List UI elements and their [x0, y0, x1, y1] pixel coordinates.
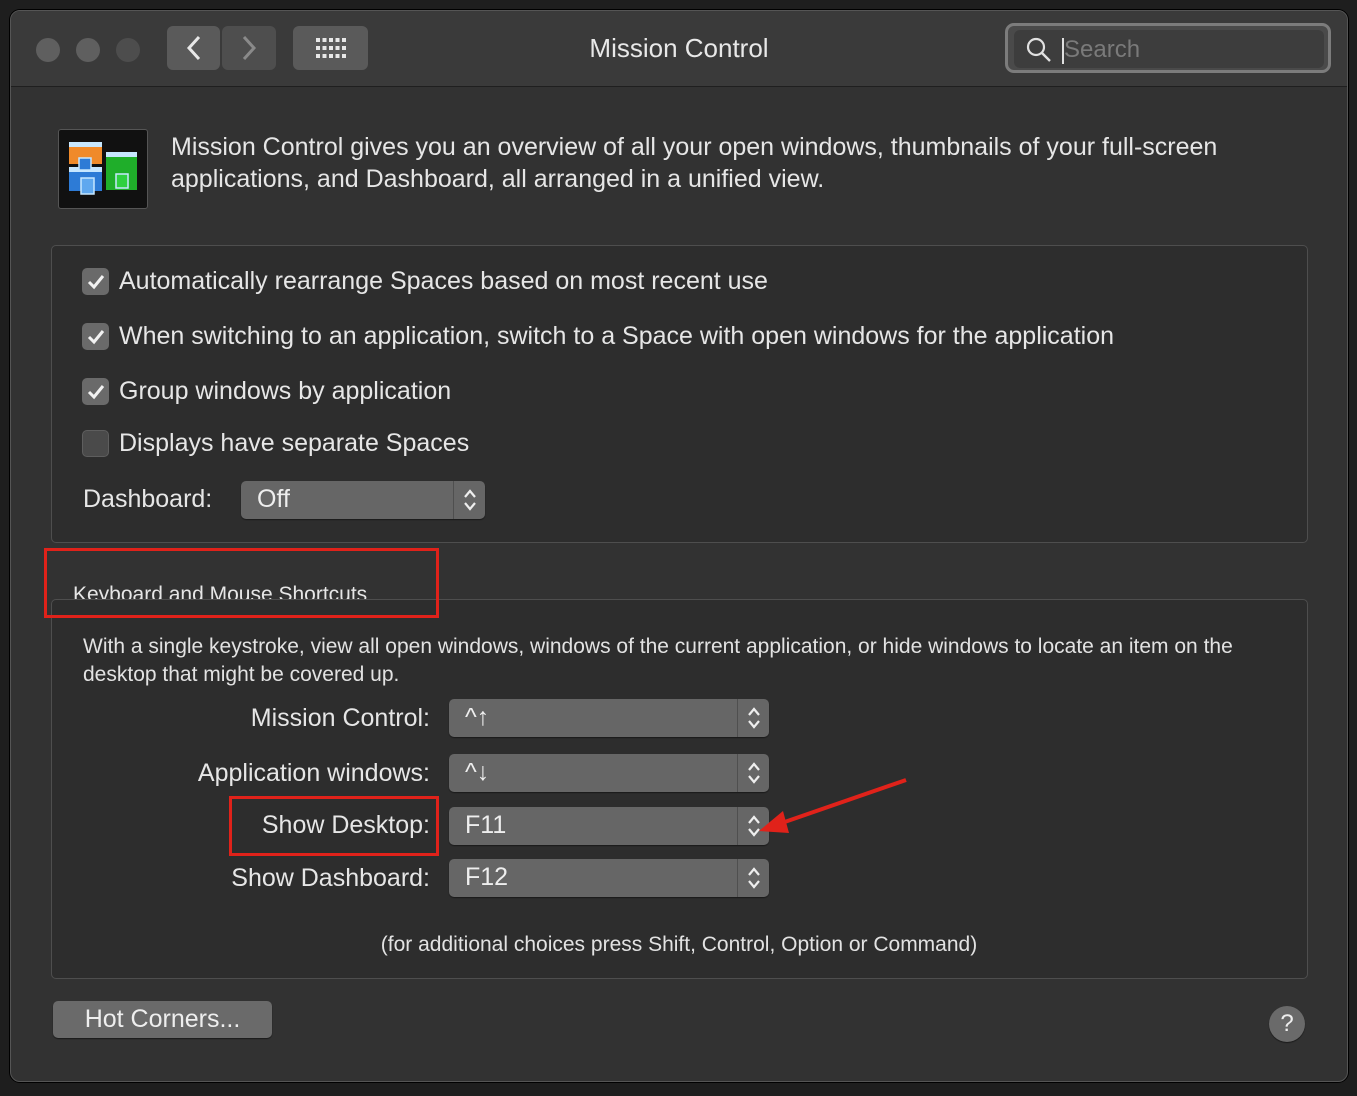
checkbox-checked[interactable] [82, 323, 109, 350]
pane-description: Mission Control gives you an overview of… [171, 133, 1218, 193]
option-label: Automatically rearrange Spaces based on … [119, 267, 768, 295]
search-icon [1026, 37, 1051, 62]
mission-control-shortcut-label: Mission Control: [250, 704, 430, 732]
options-group: Automatically rearrange Spaces based on … [51, 245, 1308, 543]
option-label: When switching to an application, switch… [119, 322, 1115, 350]
search-input[interactable] [1064, 35, 1319, 65]
option-group-windows[interactable]: Group windows by application [82, 377, 451, 406]
show-dashboard-shortcut-popup[interactable]: F12 [449, 859, 769, 897]
option-switch-to-space[interactable]: When switching to an application, switch… [82, 322, 1114, 351]
popup-value: ^↓ [465, 758, 490, 786]
popup-value: Off [257, 485, 290, 513]
checkmark-icon [87, 329, 104, 344]
application-windows-shortcut-popup[interactable]: ^↓ [449, 754, 769, 792]
checkbox-unchecked[interactable] [82, 430, 109, 457]
shortcuts-description: With a single keystroke, view all open w… [83, 635, 1233, 686]
search-field[interactable] [1005, 23, 1331, 73]
dashboard-popup[interactable]: Off [241, 481, 485, 519]
mission-control-icon [58, 129, 148, 209]
popup-value: ^↑ [465, 703, 490, 731]
checkbox-checked[interactable] [82, 378, 109, 405]
annotation-box-show-desktop [229, 796, 439, 856]
hot-corners-button[interactable]: Hot Corners... [53, 1001, 272, 1038]
checkmark-icon [87, 274, 104, 289]
updown-chevron-icon [737, 859, 769, 897]
help-button[interactable]: ? [1269, 1006, 1305, 1042]
checkbox-checked[interactable] [82, 268, 109, 295]
system-preferences-window: Mission Control Mission Contr [10, 10, 1348, 1082]
updown-chevron-icon [737, 699, 769, 737]
option-label: Displays have separate Spaces [119, 429, 470, 457]
option-auto-rearrange[interactable]: Automatically rearrange Spaces based on … [82, 267, 768, 296]
option-label: Group windows by application [119, 377, 452, 405]
show-desktop-shortcut-popup[interactable]: F11 [449, 807, 769, 845]
annotation-arrow-icon [759, 778, 907, 833]
annotation-box-shortcuts-title [44, 548, 439, 618]
updown-chevron-icon [453, 481, 485, 519]
popup-value: F11 [465, 811, 507, 839]
shortcuts-hint: (for additional choices press Shift, Con… [380, 933, 978, 956]
title-bar: Mission Control [11, 11, 1347, 87]
popup-value: F12 [465, 863, 509, 891]
checkmark-icon [87, 384, 104, 399]
dashboard-label: Dashboard: [83, 485, 213, 513]
application-windows-shortcut-label: Application windows: [197, 759, 430, 787]
show-dashboard-shortcut-label: Show Dashboard: [231, 864, 430, 892]
option-separate-spaces[interactable]: Displays have separate Spaces [82, 429, 469, 458]
mission-control-shortcut-popup[interactable]: ^↑ [449, 699, 769, 737]
